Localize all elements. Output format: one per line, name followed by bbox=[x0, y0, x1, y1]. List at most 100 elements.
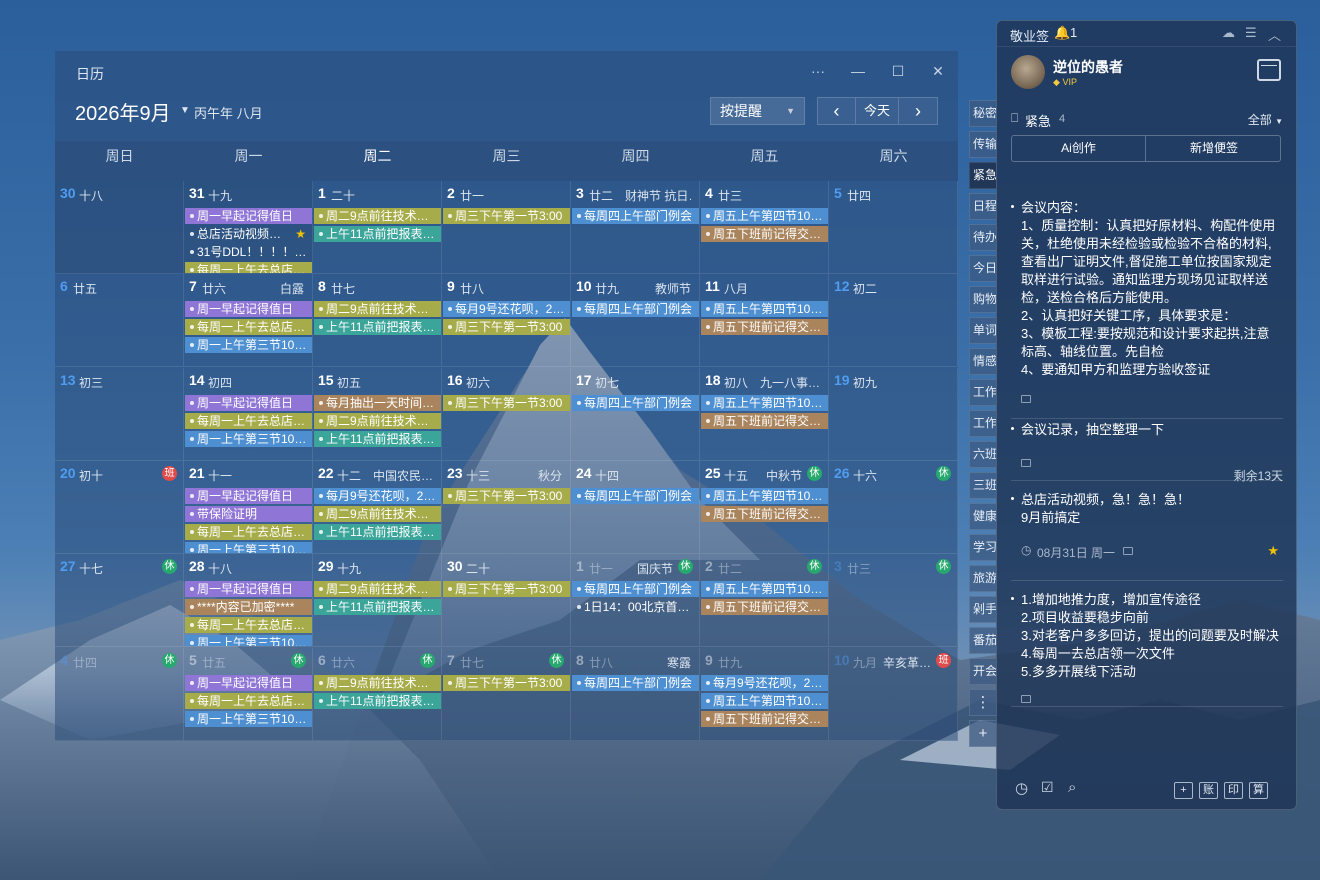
toolbar-button[interactable]: 算 bbox=[1249, 782, 1268, 799]
day-cell[interactable]: 4 廿四 休 bbox=[55, 647, 184, 741]
calendar-event[interactable]: 周五上午第四节10… bbox=[701, 208, 828, 224]
day-cell[interactable]: 5 廿四 bbox=[829, 181, 958, 274]
calendar-event[interactable]: 上午11点前把报表… bbox=[314, 226, 441, 242]
side-tab[interactable]: 工作 bbox=[969, 379, 997, 406]
calendar-event[interactable]: 周五上午第四节10… bbox=[701, 301, 828, 318]
more-icon[interactable]: ··· bbox=[808, 61, 828, 81]
calendar-event[interactable]: 周五下班前记得交… bbox=[701, 710, 828, 727]
day-cell[interactable]: 7 廿七 休周三下午第一节3:00 bbox=[442, 647, 571, 741]
day-cell[interactable]: 12 初二 bbox=[829, 274, 958, 368]
calendar-event[interactable]: 周一早起记得值日 bbox=[185, 581, 312, 598]
day-cell[interactable]: 9 廿八 每月9号还花呗，2… 周三下午第一节3:00 bbox=[442, 274, 571, 368]
calendar-event[interactable]: 每周一上午去总店… bbox=[185, 617, 312, 634]
day-cell[interactable]: 8 廿八 寒露 每周四上午部门例会 bbox=[571, 647, 700, 741]
day-cell[interactable]: 17 初七 每周四上午部门例会 bbox=[571, 367, 700, 461]
side-tab[interactable]: 购物 bbox=[969, 286, 997, 313]
calendar-event[interactable]: 周二9点前往技术… bbox=[314, 581, 441, 598]
add-tab-icon[interactable]: + bbox=[969, 720, 997, 747]
lock-icon[interactable] bbox=[1021, 695, 1031, 703]
next-month-button[interactable]: › bbox=[899, 98, 937, 124]
calendar-event[interactable]: 周一上午第三节10… bbox=[185, 430, 312, 447]
search-icon[interactable]: ⌕ bbox=[1068, 779, 1076, 796]
calendar-event[interactable]: 带保险证明 bbox=[185, 505, 312, 522]
calendar-event[interactable]: 每周一上午去总店… bbox=[185, 319, 312, 336]
avatar[interactable] bbox=[1011, 55, 1045, 89]
calendar-event[interactable]: 每周四上午部门例会 bbox=[572, 487, 699, 504]
day-cell[interactable]: 24 十四 每周四上午部门例会 bbox=[571, 460, 700, 554]
calendar-icon[interactable] bbox=[1257, 59, 1281, 81]
chevron-down-icon[interactable]: ▼ bbox=[180, 105, 190, 116]
star-icon[interactable]: ★ bbox=[1267, 543, 1279, 559]
day-cell[interactable]: 10 廿九 教师节 每周四上午部门例会 bbox=[571, 274, 700, 368]
calendar-event[interactable]: 周三下午第一节3:00 bbox=[443, 487, 570, 504]
day-cell[interactable]: 10 九月 辛亥革… 班 bbox=[829, 647, 958, 741]
maximize-icon[interactable]: ☐ bbox=[888, 61, 908, 81]
side-tab[interactable]: 日程 bbox=[969, 193, 997, 220]
day-cell[interactable]: 20 初十 班 bbox=[55, 460, 184, 554]
calendar-event[interactable]: 周五下班前记得交… bbox=[701, 319, 828, 336]
calendar-event[interactable]: 每周四上午部门例会 bbox=[572, 301, 699, 318]
calendar-event[interactable]: 31号DDL！！！！… bbox=[185, 244, 312, 260]
day-cell[interactable]: 6 廿五 bbox=[55, 274, 184, 368]
calendar-event[interactable]: 上午11点前把报表… bbox=[314, 430, 441, 447]
lock-icon[interactable] bbox=[1021, 459, 1031, 467]
prev-month-button[interactable]: ‹ bbox=[818, 98, 856, 124]
lock-icon[interactable] bbox=[1021, 395, 1031, 403]
calendar-event[interactable]: 每周一上午去总店… bbox=[185, 262, 312, 273]
calendar-event[interactable]: 每月9号还花呗，2… bbox=[443, 301, 570, 318]
calendar-event[interactable]: 每周四上午部门例会 bbox=[572, 208, 699, 224]
calendar-event[interactable]: 周三下午第一节3:00 bbox=[443, 674, 570, 691]
calendar-event[interactable]: 每月抽出一天时间… bbox=[314, 394, 441, 411]
note-item[interactable]: 1.增加地推力度，增加宣传途径 2.项目收益要稳步向前 3.对老客户多多回访，提… bbox=[1011, 591, 1283, 707]
day-cell[interactable]: 3 廿二财神节 抗日… 每周四上午部门例会 bbox=[571, 181, 700, 274]
toolbar-button[interactable]: 印 bbox=[1224, 782, 1243, 799]
calendar-event[interactable]: 周五下班前记得交… bbox=[701, 599, 828, 616]
side-tab[interactable]: 学习 bbox=[969, 534, 997, 561]
day-cell[interactable]: 30 二十 周三下午第一节3:00 bbox=[442, 554, 571, 648]
calendar-event[interactable]: 每周四上午部门例会 bbox=[572, 581, 699, 598]
day-cell[interactable]: 29 十九 周二9点前往技术… 上午11点前把报表… bbox=[313, 554, 442, 648]
side-tab[interactable]: 单词 bbox=[969, 317, 997, 344]
calendar-event[interactable]: 周一早起记得值日 bbox=[185, 208, 312, 224]
day-cell[interactable]: 16 初六 周三下午第一节3:00 bbox=[442, 367, 571, 461]
day-cell[interactable]: 18 初八 九一八事… 周五上午第四节10… 周五下班前记得交… bbox=[700, 367, 829, 461]
day-cell[interactable]: 27 十七 休 bbox=[55, 554, 184, 648]
calendar-event[interactable]: 周五上午第四节10… bbox=[701, 581, 828, 598]
minimize-icon[interactable]: — bbox=[848, 61, 868, 81]
calendar-event[interactable]: 上午11点前把报表… bbox=[314, 692, 441, 709]
calendar-event[interactable]: 周三下午第一节3:00 bbox=[443, 208, 570, 224]
calendar-event[interactable]: 周五上午第四节10… bbox=[701, 394, 828, 411]
user-name[interactable]: 逆位的愚者 bbox=[1053, 57, 1123, 77]
side-tab[interactable]: 今日 bbox=[969, 255, 997, 282]
cloud-icon[interactable]: ☁ bbox=[1222, 25, 1235, 41]
calendar-event[interactable]: 周一上午第三节10… bbox=[185, 710, 312, 727]
today-button[interactable]: 今天 bbox=[856, 98, 899, 124]
side-tab[interactable]: 剁手 bbox=[969, 596, 997, 623]
calendar-event[interactable]: ****内容已加密**** bbox=[185, 599, 312, 616]
clock-icon[interactable]: ◷ bbox=[1015, 779, 1028, 797]
calendar-event[interactable]: 每周四上午部门例会 bbox=[572, 394, 699, 411]
day-cell[interactable]: 9 廿九 每月9号还花呗，2… 周五上午第四节10… 周五下班前记得交… bbox=[700, 647, 829, 741]
note-item[interactable]: 总店活动视频，急！急！急！ 9月前搞定 剩余13天 ◷ 08月31日 周一 ★ bbox=[1011, 469, 1283, 581]
calendar-event[interactable]: 上午11点前把报表… bbox=[314, 523, 441, 540]
calendar-event[interactable]: 周五下班前记得交… bbox=[701, 226, 828, 242]
side-tab[interactable]: 紧急 bbox=[969, 162, 997, 189]
ai-create-button[interactable]: Ai创作 bbox=[1012, 136, 1146, 161]
bell-icon[interactable]: 🔔 bbox=[1054, 25, 1070, 41]
day-cell[interactable]: 7 廿六 白露 周一早起记得值日 每周一上午去总店… 周一上午第三节10… bbox=[184, 274, 313, 368]
day-cell[interactable]: 2 廿一 周三下午第一节3:00 bbox=[442, 181, 571, 274]
day-cell[interactable]: 8 廿七 周二9点前往技术… 上午11点前把报表… bbox=[313, 274, 442, 368]
calendar-event[interactable]: 周一上午第三节10… bbox=[185, 337, 312, 354]
calendar-event[interactable]: 每月9号还花呗，2… bbox=[314, 487, 441, 504]
day-cell[interactable]: 1 二十 周二9点前往技术… 上午11点前把报表… bbox=[313, 181, 442, 274]
add-icon[interactable]: + bbox=[1174, 782, 1193, 799]
calendar-event[interactable]: 周一早起记得值日 bbox=[185, 394, 312, 411]
side-tab[interactable]: 番茄 bbox=[969, 627, 997, 654]
day-cell[interactable]: 4 廿三 周五上午第四节10… 周五下班前记得交… bbox=[700, 181, 829, 274]
calendar-event[interactable]: 上午11点前把报表… bbox=[314, 599, 441, 616]
toolbar-button[interactable]: 账 bbox=[1199, 782, 1218, 799]
day-cell[interactable]: 2 廿二 休周五上午第四节10… 周五下班前记得交… bbox=[700, 554, 829, 648]
calendar-event[interactable]: 周三下午第一节3:00 bbox=[443, 581, 570, 598]
day-cell[interactable]: 5 廿五 休周一早起记得值日 每周一上午去总店… 周一上午第三节10… bbox=[184, 647, 313, 741]
calendar-event[interactable]: 周五上午第四节10… bbox=[701, 487, 828, 504]
